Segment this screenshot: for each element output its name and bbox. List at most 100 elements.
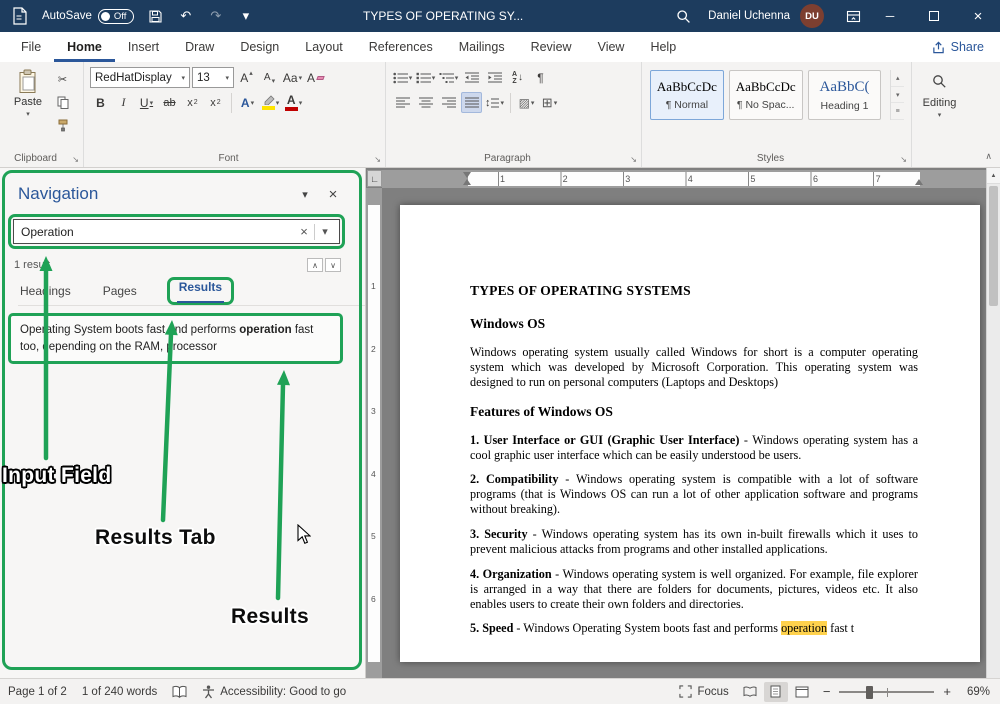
minimize-button[interactable]: ─ xyxy=(868,0,912,32)
font-color-button[interactable]: A▾ xyxy=(283,92,304,113)
style-heading-1[interactable]: AaBbC( Heading 1 xyxy=(808,70,882,120)
cut-button[interactable]: ✂ xyxy=(52,69,73,90)
share-button[interactable]: Share xyxy=(932,32,984,62)
align-right-button[interactable] xyxy=(438,92,459,113)
maximize-button[interactable] xyxy=(912,0,956,32)
collapse-ribbon-icon[interactable]: ∧ xyxy=(985,151,992,162)
change-case-button[interactable]: Aa▾ xyxy=(282,67,303,88)
document-canvas[interactable]: TYPES OF OPERATING SYSTEMS Windows OS Wi… xyxy=(382,188,986,678)
line-spacing-button[interactable]: ↕▾ xyxy=(484,92,505,113)
borders-button[interactable]: ⊞▾ xyxy=(539,92,560,113)
numbering-button[interactable]: ▾ xyxy=(415,67,436,88)
decrease-indent-button[interactable] xyxy=(461,67,482,88)
horizontal-ruler[interactable]: 1234567 xyxy=(382,170,986,188)
document-page[interactable]: TYPES OF OPERATING SYSTEMS Windows OS Wi… xyxy=(400,205,980,662)
tab-draw[interactable]: Draw xyxy=(172,32,227,62)
grow-font-button[interactable]: A▴ xyxy=(236,67,257,88)
shading-button[interactable]: ▨▾ xyxy=(516,92,537,113)
first-line-indent-marker[interactable] xyxy=(463,172,471,178)
search-clear-icon[interactable]: × xyxy=(294,224,314,239)
previous-result-button[interactable]: ∧ xyxy=(307,258,323,272)
scrollbar-thumb[interactable] xyxy=(989,186,998,306)
search-input[interactable] xyxy=(21,225,294,239)
tab-view[interactable]: View xyxy=(585,32,638,62)
ribbon-display-options-icon[interactable] xyxy=(838,0,868,32)
page-indicator[interactable]: Page 1 of 2 xyxy=(8,686,67,698)
tab-file[interactable]: File xyxy=(8,32,54,62)
print-layout-button[interactable] xyxy=(764,682,788,702)
tab-layout[interactable]: Layout xyxy=(292,32,356,62)
close-button[interactable]: × xyxy=(956,0,1000,32)
superscript-button[interactable]: x2 xyxy=(205,92,226,113)
user-name[interactable]: Daniel Uchenna xyxy=(698,10,800,22)
navigation-options-dropdown-icon[interactable]: ▾ xyxy=(291,188,319,201)
hanging-indent-marker[interactable] xyxy=(463,179,471,185)
justify-button[interactable] xyxy=(461,92,482,113)
clipboard-dialog-launcher-icon[interactable]: ↘ xyxy=(72,155,79,164)
bullets-button[interactable]: ▾ xyxy=(392,67,413,88)
search-result-item[interactable]: Operating System boots fast and performs… xyxy=(8,313,343,364)
vertical-ruler[interactable]: 123456 xyxy=(366,188,382,678)
paragraph-dialog-launcher-icon[interactable]: ↘ xyxy=(630,155,637,164)
search-icon[interactable] xyxy=(668,0,698,32)
sort-button[interactable]: AZ↓ xyxy=(507,67,528,88)
subscript-button[interactable]: x2 xyxy=(182,92,203,113)
editing-dropdown-icon[interactable]: ▾ xyxy=(938,111,942,119)
zoom-out-button[interactable]: − xyxy=(823,684,831,699)
autosave-control[interactable]: AutoSave Off xyxy=(35,0,141,32)
tab-mailings[interactable]: Mailings xyxy=(446,32,518,62)
align-center-button[interactable] xyxy=(415,92,436,113)
font-dialog-launcher-icon[interactable]: ↘ xyxy=(374,155,381,164)
styles-scroll-down-icon[interactable]: ▾ xyxy=(891,87,904,104)
right-indent-marker[interactable] xyxy=(915,179,923,185)
editing-label[interactable]: Editing xyxy=(923,97,957,109)
tab-stop-selector[interactable]: ∟ xyxy=(367,170,382,187)
increase-indent-button[interactable] xyxy=(484,67,505,88)
text-effects-button[interactable]: A▾ xyxy=(237,92,258,113)
tab-pages[interactable]: Pages xyxy=(101,280,139,305)
tab-references[interactable]: References xyxy=(356,32,446,62)
search-options-dropdown-icon[interactable]: ▾ xyxy=(315,225,335,238)
styles-dialog-launcher-icon[interactable]: ↘ xyxy=(900,155,907,164)
strikethrough-button[interactable]: ab xyxy=(159,92,180,113)
shrink-font-button[interactable]: A▾ xyxy=(259,67,280,88)
navigation-close-icon[interactable]: × xyxy=(319,186,347,203)
save-button[interactable] xyxy=(141,0,171,32)
format-painter-button[interactable] xyxy=(52,115,73,136)
next-result-button[interactable]: ∨ xyxy=(325,258,341,272)
paste-dropdown-icon[interactable]: ▾ xyxy=(26,110,30,118)
find-button[interactable] xyxy=(929,71,950,92)
tab-results[interactable]: Results xyxy=(177,276,224,303)
vertical-scrollbar[interactable]: ▲ xyxy=(986,168,1000,678)
redo-button[interactable]: ↷ xyxy=(201,0,231,32)
proofing-button[interactable] xyxy=(172,685,187,698)
web-layout-button[interactable] xyxy=(790,682,814,702)
copy-button[interactable] xyxy=(52,92,73,113)
tab-insert[interactable]: Insert xyxy=(115,32,172,62)
multilevel-list-button[interactable]: ▾ xyxy=(438,67,459,88)
word-count[interactable]: 1 of 240 words xyxy=(82,686,157,698)
styles-more-icon[interactable]: ≡ xyxy=(891,103,904,120)
tab-headings[interactable]: Headings xyxy=(18,280,73,305)
bold-button[interactable]: B xyxy=(90,92,111,113)
zoom-level[interactable]: 69% xyxy=(960,686,990,698)
tab-home[interactable]: Home xyxy=(54,32,115,62)
clear-formatting-button[interactable]: A xyxy=(305,67,326,88)
style-normal[interactable]: AaBbCcDc ¶ Normal xyxy=(650,70,724,120)
zoom-thumb[interactable] xyxy=(866,686,873,699)
scroll-up-icon[interactable]: ▲ xyxy=(987,168,1000,184)
focus-mode-button[interactable]: Focus xyxy=(679,685,728,698)
show-paragraph-marks-button[interactable]: ¶ xyxy=(530,67,551,88)
underline-button[interactable]: U▾ xyxy=(136,92,157,113)
read-mode-button[interactable] xyxy=(738,682,762,702)
style-no-spacing[interactable]: AaBbCcDc ¶ No Spac... xyxy=(729,70,803,120)
undo-button[interactable]: ↶ xyxy=(171,0,201,32)
styles-scroll-up-icon[interactable]: ▴ xyxy=(891,70,904,87)
zoom-in-button[interactable]: + xyxy=(943,684,951,699)
quick-access-dropdown-icon[interactable]: ▾ xyxy=(231,0,261,32)
paste-button[interactable]: Paste ▾ xyxy=(6,67,50,136)
avatar[interactable]: DU xyxy=(800,4,824,28)
zoom-slider[interactable] xyxy=(839,682,934,702)
tab-review[interactable]: Review xyxy=(518,32,585,62)
accessibility-status[interactable]: Accessibility: Good to go xyxy=(202,685,346,699)
